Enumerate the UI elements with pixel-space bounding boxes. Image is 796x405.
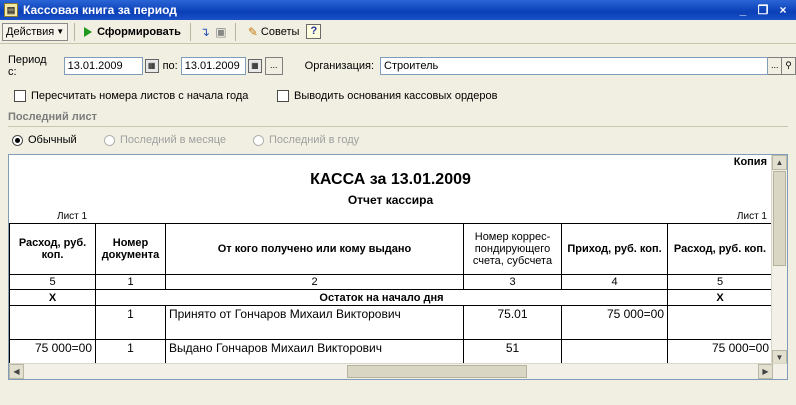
recalc-sheets-checkbox[interactable] xyxy=(14,90,26,102)
clipboard-icon[interactable]: ▣ xyxy=(213,24,229,40)
group-divider xyxy=(8,126,788,127)
actions-label: Действия xyxy=(6,25,55,38)
search-icon[interactable]: ⚲ xyxy=(782,57,796,75)
calendar-icon[interactable]: ▦ xyxy=(144,59,159,73)
horizontal-scrollbar[interactable]: ◀ ▶ xyxy=(9,363,787,379)
balance-right-x: X xyxy=(667,289,773,306)
period-select-button[interactable]: ... xyxy=(264,57,283,75)
radio-last-in-month-label: Последний в месяце xyxy=(120,134,226,146)
show-basis-label: Выводить основания кассовых ордеров xyxy=(294,90,498,102)
tips-button[interactable]: ✎ Советы xyxy=(242,22,302,42)
row-expense xyxy=(667,305,773,340)
report-subheading: Отчет кассира xyxy=(347,193,434,207)
col-expense: Расход, руб. коп. xyxy=(667,223,773,275)
col-num: 5 xyxy=(9,274,96,290)
scroll-right-icon[interactable]: ▶ xyxy=(758,364,773,379)
period-from-field[interactable]: 13.01.2009 xyxy=(63,57,143,75)
horizontal-scroll-thumb[interactable] xyxy=(347,365,527,378)
row-party: Принято от Гончаров Михаил Викторович xyxy=(165,305,464,340)
cash-table: Расход, руб. коп. Номер документа От ког… xyxy=(9,223,773,374)
col-doc-number: Номер документа xyxy=(95,223,166,275)
balance-left-x: X xyxy=(9,289,96,306)
radio-last-in-year[interactable] xyxy=(253,134,264,146)
balance-label: Остаток на начало дня xyxy=(95,289,668,306)
generate-label: Сформировать xyxy=(97,25,181,38)
col-left-expense: Расход, руб. коп. xyxy=(9,223,96,275)
organization-label: Организация: xyxy=(304,60,375,72)
radio-last-in-month[interactable] xyxy=(104,134,115,146)
minimize-button[interactable]: _ xyxy=(734,2,752,18)
row-doc: 1 xyxy=(95,305,166,340)
last-sheet-group-title: Последний лист xyxy=(8,111,98,123)
scroll-left-icon[interactable]: ◀ xyxy=(9,364,24,379)
col-num: 4 xyxy=(561,274,668,290)
period-to-label: по: xyxy=(162,60,178,72)
report-heading: КАССА за 13.01.2009 xyxy=(310,171,471,188)
toolbar-separator xyxy=(234,22,236,41)
sheet-number-right: Лист 1 xyxy=(736,211,767,222)
calendar-icon[interactable]: ▦ xyxy=(247,59,262,73)
title-bar: ▤ Кассовая книга за период _ ❐ × xyxy=(0,0,796,20)
vertical-scrollbar[interactable]: ▲ ▼ xyxy=(771,155,787,365)
radio-ordinary-label: Обычный xyxy=(28,134,77,146)
balance-row: X Остаток на начало дня X xyxy=(9,289,773,306)
play-icon xyxy=(84,26,93,37)
table-row: 1 Принято от Гончаров Михаил Викторович … xyxy=(9,305,773,340)
restore-button[interactable]: ❐ xyxy=(754,2,772,18)
sheet-number-left: Лист 1 xyxy=(57,211,88,222)
col-num: 1 xyxy=(95,274,166,290)
col-party: От кого получено или кому выдано xyxy=(165,223,464,275)
radio-last-in-year-label: Последний в году xyxy=(269,134,360,146)
col-account: Номер коррес-пондирующего счета, субсчет… xyxy=(463,223,562,275)
report-spreadsheet[interactable]: Копия КАССА за 13.01.2009 Отчет кассира … xyxy=(8,154,788,380)
show-basis-checkbox[interactable] xyxy=(277,90,289,102)
organization-field[interactable]: Строитель xyxy=(380,57,769,75)
close-button[interactable]: × xyxy=(774,2,792,18)
window-title: Кассовая книга за период xyxy=(23,3,177,17)
actions-menu-button[interactable]: Действия ▼ xyxy=(2,22,69,41)
row-left-expense xyxy=(9,305,96,340)
help-button[interactable]: ? xyxy=(306,24,322,39)
lightbulb-icon: ✎ xyxy=(247,24,258,39)
generate-button[interactable]: Сформировать xyxy=(81,22,184,42)
book-icon: ▤ xyxy=(4,3,18,17)
col-income: Приход, руб. коп. xyxy=(561,223,668,275)
period-from-label: Период с: xyxy=(8,54,47,78)
col-num: 5 xyxy=(667,274,773,290)
radio-ordinary[interactable] xyxy=(12,134,23,146)
row-account: 75.01 xyxy=(463,305,562,340)
col-num: 2 xyxy=(165,274,464,290)
dropdown-arrow-icon: ▼ xyxy=(56,27,65,36)
table-header-row: Расход, руб. коп. Номер документа От ког… xyxy=(9,223,773,275)
column-number-row: 5 1 2 3 4 5 xyxy=(9,274,773,290)
toolbar-separator xyxy=(74,22,76,41)
copy-label: Копия xyxy=(733,156,767,168)
tips-label: Советы xyxy=(260,25,300,38)
redo-arrow-icon[interactable]: ↴ xyxy=(197,24,213,40)
period-to-field[interactable]: 13.01.2009 xyxy=(180,57,246,75)
vertical-scroll-thumb[interactable] xyxy=(773,171,786,266)
col-num: 3 xyxy=(463,274,562,290)
scroll-up-icon[interactable]: ▲ xyxy=(772,155,787,170)
organization-select-button[interactable]: ... xyxy=(768,57,783,75)
row-income: 75 000=00 xyxy=(561,305,668,340)
recalc-sheets-label: Пересчитать номера листов с начала года xyxy=(31,90,249,102)
toolbar-separator xyxy=(189,22,191,41)
toolbar: Действия ▼ Сформировать ↴ ▣ ✎ Советы ? xyxy=(0,20,796,44)
